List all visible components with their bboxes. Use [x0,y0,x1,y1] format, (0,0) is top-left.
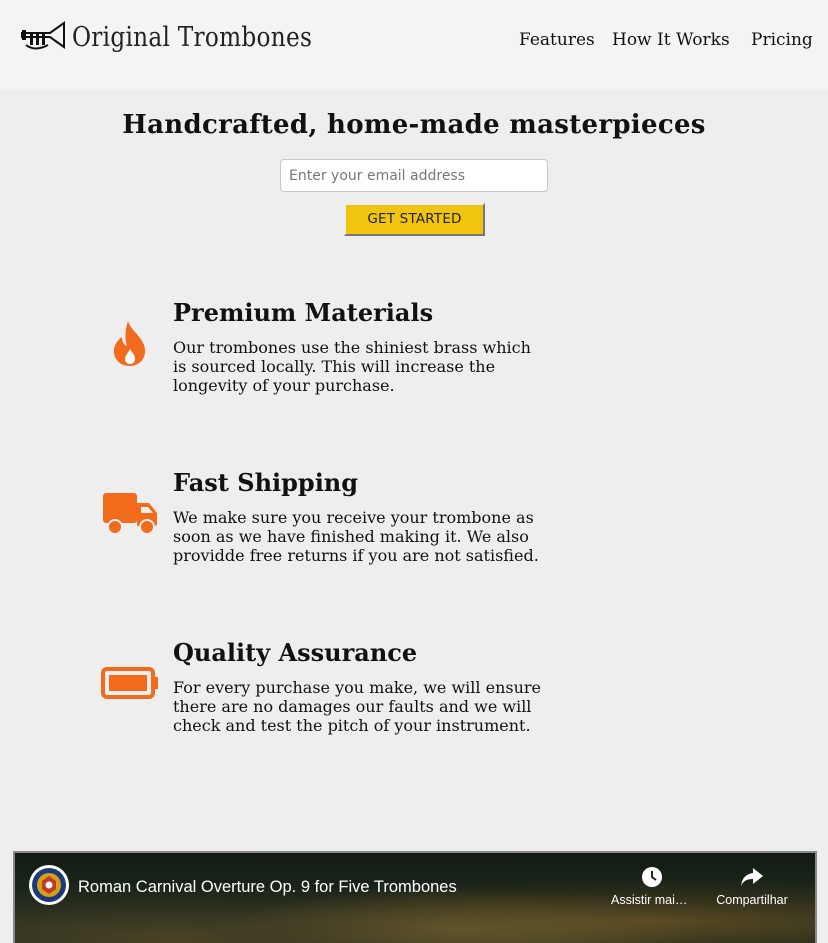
video-title[interactable]: Roman Carnival Overture Op. 9 for Five T… [78,878,457,897]
share-icon [741,868,763,886]
feature-description: We make sure you receive your trombone a… [173,508,539,565]
feature-title: Fast Shipping [173,468,359,497]
hero-title: Handcrafted, home-made masterpieces [122,110,706,140]
feature-description: For every purchase you make, we will ens… [173,678,542,735]
email-input[interactable] [280,159,548,192]
truck-icon [100,488,160,538]
fire-icon [100,318,160,368]
clock-icon [642,867,662,887]
nav-link-features[interactable]: Features [519,30,595,50]
get-started-button[interactable]: GET STARTED [344,203,485,236]
nav-link-how-it-works[interactable]: How It Works [612,30,730,50]
logo-text: Original Trombones [72,21,313,53]
watch-later-label: Assistir mais tarde [611,893,697,907]
battery-full-icon [100,658,160,708]
share-button[interactable]: Compartilhar [707,865,797,907]
channel-avatar[interactable] [29,865,69,905]
nav-link-pricing[interactable]: Pricing [751,30,813,50]
embedded-video[interactable]: Roman Carnival Overture Op. 9 for Five T… [13,851,817,943]
watch-later-button[interactable]: Assistir mais tarde [607,865,697,907]
trumpet-logo-icon [21,21,65,50]
logo[interactable]: Original Trombones [20,20,351,54]
feature-title: Quality Assurance [173,638,418,667]
feature-title: Premium Materials [173,298,434,327]
feature-description: Our trombones use the shiniest brass whi… [173,338,531,395]
site-header: Original Trombones Features How It Works… [0,0,828,90]
share-label: Compartilhar [716,893,788,907]
channel-emblem-icon [32,868,66,902]
